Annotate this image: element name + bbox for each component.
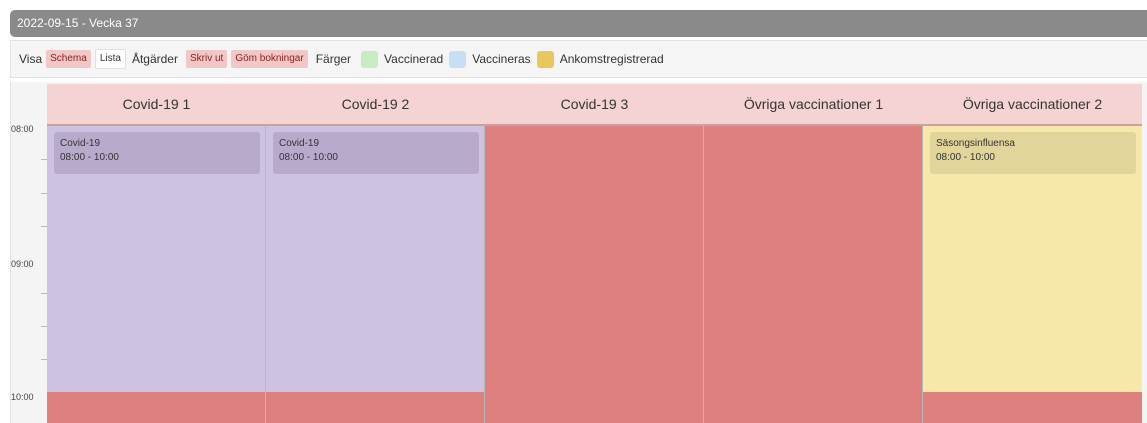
event-title: Covid-19 xyxy=(60,138,101,149)
column-header: Covid-19 1 xyxy=(47,84,266,126)
event-time: 08:00 - 10:00 xyxy=(936,152,995,163)
legend-label-vaccineras: Vaccineras xyxy=(472,52,531,66)
slot-bottom[interactable] xyxy=(47,392,265,423)
lista-button[interactable]: Lista xyxy=(94,49,126,69)
event-card[interactable]: Covid-19 08:00 - 10:00 xyxy=(273,132,479,174)
legend-swatch-vaccineras xyxy=(449,50,467,68)
time-label: 08:00 xyxy=(11,124,34,134)
schema-button[interactable]: Schema xyxy=(46,50,91,68)
event-time: 08:00 - 10:00 xyxy=(279,152,338,163)
event-card[interactable]: Säsongsinfluensa 08:00 - 10:00 xyxy=(930,132,1136,174)
legend-label-ankomstregistrerad: Ankomstregistrerad xyxy=(559,52,664,66)
day-column[interactable] xyxy=(704,126,923,423)
slot-top[interactable] xyxy=(704,126,922,392)
column-header: Covid-19 2 xyxy=(266,84,485,126)
column-header: Övriga vaccinationer 2 xyxy=(923,84,1142,126)
time-label: 09:00 xyxy=(11,259,34,269)
day-column[interactable]: Säsongsinfluensa 08:00 - 10:00 xyxy=(923,126,1142,423)
event-title: Covid-19 xyxy=(279,138,320,149)
time-axis: 08:00 09:00 10:00 xyxy=(11,82,47,423)
slot-bottom[interactable] xyxy=(923,392,1142,423)
schedule-body: Covid-19 08:00 - 10:00 Covid-19 08:00 - … xyxy=(47,126,1147,423)
visa-label: Visa xyxy=(19,52,43,66)
page-title: 2022-09-15 - Vecka 37 xyxy=(10,10,1147,37)
day-column[interactable] xyxy=(485,126,704,423)
atgarder-label: Åtgärder xyxy=(131,52,178,66)
print-button[interactable]: Skriv ut xyxy=(185,50,228,68)
hide-bookings-button[interactable]: Göm bokningar xyxy=(231,50,308,68)
event-title: Säsongsinfluensa xyxy=(936,138,1015,149)
event-time: 08:00 - 10:00 xyxy=(60,152,119,163)
slot-bottom[interactable] xyxy=(266,392,484,423)
slot-bottom[interactable] xyxy=(704,392,922,423)
column-header: Övriga vaccinationer 1 xyxy=(704,84,923,126)
event-card[interactable]: Covid-19 08:00 - 10:00 xyxy=(54,132,260,174)
calendar: 08:00 09:00 10:00 Covid-19 1 Covid-19 2 … xyxy=(10,82,1147,423)
legend-label-vaccinerad: Vaccinerad xyxy=(384,52,444,66)
slot-top[interactable] xyxy=(485,126,703,392)
legend-swatch-ankomstregistrerad xyxy=(536,50,554,68)
day-column[interactable]: Covid-19 08:00 - 10:00 xyxy=(47,126,266,423)
time-label: 10:00 xyxy=(11,392,34,402)
toolbar: Visa Schema Lista Åtgärder Skriv ut Göm … xyxy=(10,40,1147,78)
legend-swatch-vaccinerad xyxy=(361,50,379,68)
column-headers: Covid-19 1 Covid-19 2 Covid-19 3 Övriga … xyxy=(47,84,1147,126)
slot-bottom[interactable] xyxy=(485,392,703,423)
day-column[interactable]: Covid-19 08:00 - 10:00 xyxy=(266,126,485,423)
farger-label: Färger xyxy=(315,52,352,66)
column-header: Covid-19 3 xyxy=(485,84,704,126)
